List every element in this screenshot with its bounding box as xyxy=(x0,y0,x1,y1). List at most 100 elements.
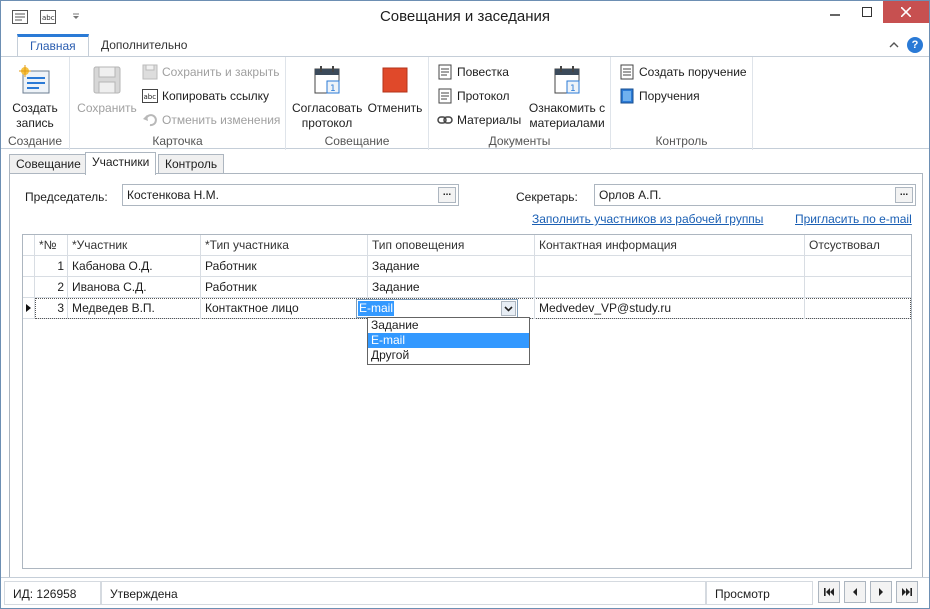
table-row[interactable]: 1 Кабанова О.Д. Работник Задание xyxy=(23,256,911,277)
group-meeting-label: Совещание xyxy=(324,134,390,148)
dropdown-option[interactable]: Задание xyxy=(368,318,529,333)
chair-value: Костенкова Н.М. xyxy=(127,188,219,202)
status-state: Утверждена xyxy=(101,581,706,605)
row-selector[interactable] xyxy=(23,256,35,277)
notify-type-combobox[interactable]: E-mail xyxy=(356,299,518,318)
minimize-button[interactable] xyxy=(819,1,851,23)
tab-participants[interactable]: Участники xyxy=(85,152,157,175)
undo-label: Отменить изменения xyxy=(162,113,281,127)
close-button[interactable] xyxy=(883,1,929,23)
chair-field[interactable]: Костенкова Н.М. ... xyxy=(122,184,459,206)
row-num[interactable]: 1 xyxy=(35,256,68,277)
row-absent[interactable] xyxy=(805,256,911,277)
next-record-button[interactable] xyxy=(870,581,892,603)
cancel-square-icon xyxy=(378,63,412,97)
header-selector xyxy=(23,235,35,256)
table-row[interactable]: 2 Иванова С.Д. Работник Задание xyxy=(23,277,911,298)
row-participant[interactable]: Иванова С.Д. xyxy=(68,277,201,298)
col-num[interactable]: *№ xyxy=(35,235,68,256)
copy-link-label: Копировать ссылку xyxy=(162,89,269,103)
dropdown-option[interactable]: Другой xyxy=(368,348,529,363)
tasks-button[interactable]: Поручения xyxy=(619,87,700,105)
row-contact[interactable] xyxy=(535,256,805,277)
row-absent[interactable] xyxy=(805,298,911,319)
save-icon xyxy=(90,63,124,97)
notify-type-dropdown: Задание E-mail Другой xyxy=(367,317,530,365)
materials-label: Материалы xyxy=(457,113,522,127)
materials-button[interactable]: Материалы xyxy=(437,111,521,129)
row-contact[interactable] xyxy=(535,277,805,298)
maximize-button[interactable] xyxy=(851,1,883,23)
document-icon xyxy=(437,88,453,104)
row-type[interactable]: Работник xyxy=(201,277,368,298)
combo-dropdown-button[interactable] xyxy=(501,301,516,316)
secretary-value: Орлов А.П. xyxy=(599,188,662,202)
status-id: ИД: 126958 xyxy=(4,581,101,605)
ribbon-tab-extra[interactable]: Дополнительно xyxy=(89,34,199,57)
undo-changes-button[interactable]: Отменить изменения xyxy=(142,111,280,129)
secretary-field[interactable]: Орлов А.П. ... xyxy=(594,184,916,206)
secretary-select-button[interactable]: ... xyxy=(895,187,913,203)
save-close-label: Сохранить и закрыть xyxy=(162,65,280,79)
approve-protocol-button[interactable]: 1 Согласовать протокол xyxy=(292,63,362,131)
col-participant-type[interactable]: *Тип участника xyxy=(201,235,368,256)
col-notify-type[interactable]: Тип оповещения xyxy=(368,235,535,256)
protocol-button[interactable]: Протокол xyxy=(437,87,510,105)
help-icon[interactable]: ? xyxy=(907,37,923,53)
document-icon xyxy=(437,64,453,80)
tab-meeting[interactable]: Совещание xyxy=(9,154,88,174)
row-absent[interactable] xyxy=(805,277,911,298)
agenda-button[interactable]: Повестка xyxy=(437,63,509,81)
save-button[interactable]: Сохранить xyxy=(74,63,140,116)
copy-link-button[interactable]: abc Копировать ссылку xyxy=(142,87,269,105)
group-create: Создать запись Создание xyxy=(1,57,70,150)
fill-from-workgroup-link[interactable]: Заполнить участников из рабочей группы xyxy=(532,212,763,226)
ribbon-tabs: Главная Дополнительно ? xyxy=(1,33,929,57)
first-record-button[interactable] xyxy=(818,581,840,603)
app-window: abc Совещания и заседания Главная Дополн… xyxy=(0,0,930,609)
save-close-button[interactable]: Сохранить и закрыть xyxy=(142,63,279,81)
row-notify[interactable]: Задание xyxy=(368,277,535,298)
col-participant[interactable]: *Участник xyxy=(68,235,201,256)
undo-icon xyxy=(142,112,158,128)
row-contact[interactable]: Medvedev_VP@study.ru xyxy=(535,298,805,319)
row-type[interactable]: Контактное лицо xyxy=(201,298,368,319)
row-num[interactable]: 3 xyxy=(35,298,68,319)
row-notify[interactable]: Задание xyxy=(368,256,535,277)
group-control: Создать поручение Поручения Контроль xyxy=(611,57,753,150)
row-participant[interactable]: Кабанова О.Д. xyxy=(68,256,201,277)
dropdown-option-selected[interactable]: E-mail xyxy=(368,333,529,348)
collapse-ribbon-icon[interactable] xyxy=(889,38,899,52)
ribbon: Создать запись Создание Сохранить Сохран… xyxy=(1,56,929,150)
col-contact[interactable]: Контактная информация xyxy=(535,235,805,256)
cancel-meeting-button[interactable]: Отменить xyxy=(366,63,424,116)
create-record-button[interactable]: Создать запись xyxy=(7,63,63,131)
invite-by-email-link[interactable]: Пригласить по e-mail xyxy=(795,212,912,226)
ribbon-tab-main[interactable]: Главная xyxy=(17,34,89,57)
prev-record-icon xyxy=(853,588,857,596)
calendar-acquaint-icon: 1 xyxy=(550,63,584,97)
acquaint-materials-button[interactable]: 1 Ознакомить с материалами xyxy=(527,63,607,131)
create-task-button[interactable]: Создать поручение xyxy=(619,63,747,81)
col-absent[interactable]: Отсуствовал xyxy=(805,235,911,256)
tab-control[interactable]: Контроль xyxy=(158,154,225,174)
secretary-label: Секретарь: xyxy=(516,190,578,204)
prev-record-button[interactable] xyxy=(844,581,866,603)
chair-select-button[interactable]: ... xyxy=(438,187,456,203)
tasks-book-icon xyxy=(619,88,635,104)
save-label: Сохранить xyxy=(77,101,137,115)
group-card-label: Карточка xyxy=(152,134,203,148)
status-mode: Просмотр xyxy=(706,581,813,605)
next-record-icon xyxy=(879,588,883,596)
row-participant[interactable]: Медведев В.П. xyxy=(68,298,201,319)
last-record-button[interactable] xyxy=(896,581,918,603)
row-type[interactable]: Работник xyxy=(201,256,368,277)
row-selector[interactable] xyxy=(23,277,35,298)
status-bar: ИД: 126958 Утверждена Просмотр xyxy=(1,577,929,608)
row-num[interactable]: 2 xyxy=(35,277,68,298)
svg-text:1: 1 xyxy=(330,84,336,94)
chain-link-icon xyxy=(437,112,453,128)
row-selector-current[interactable] xyxy=(23,298,35,319)
last-record-icon xyxy=(902,588,912,596)
table-row-current[interactable]: 3 Медведев В.П. Контактное лицо E-mail M… xyxy=(23,298,911,319)
